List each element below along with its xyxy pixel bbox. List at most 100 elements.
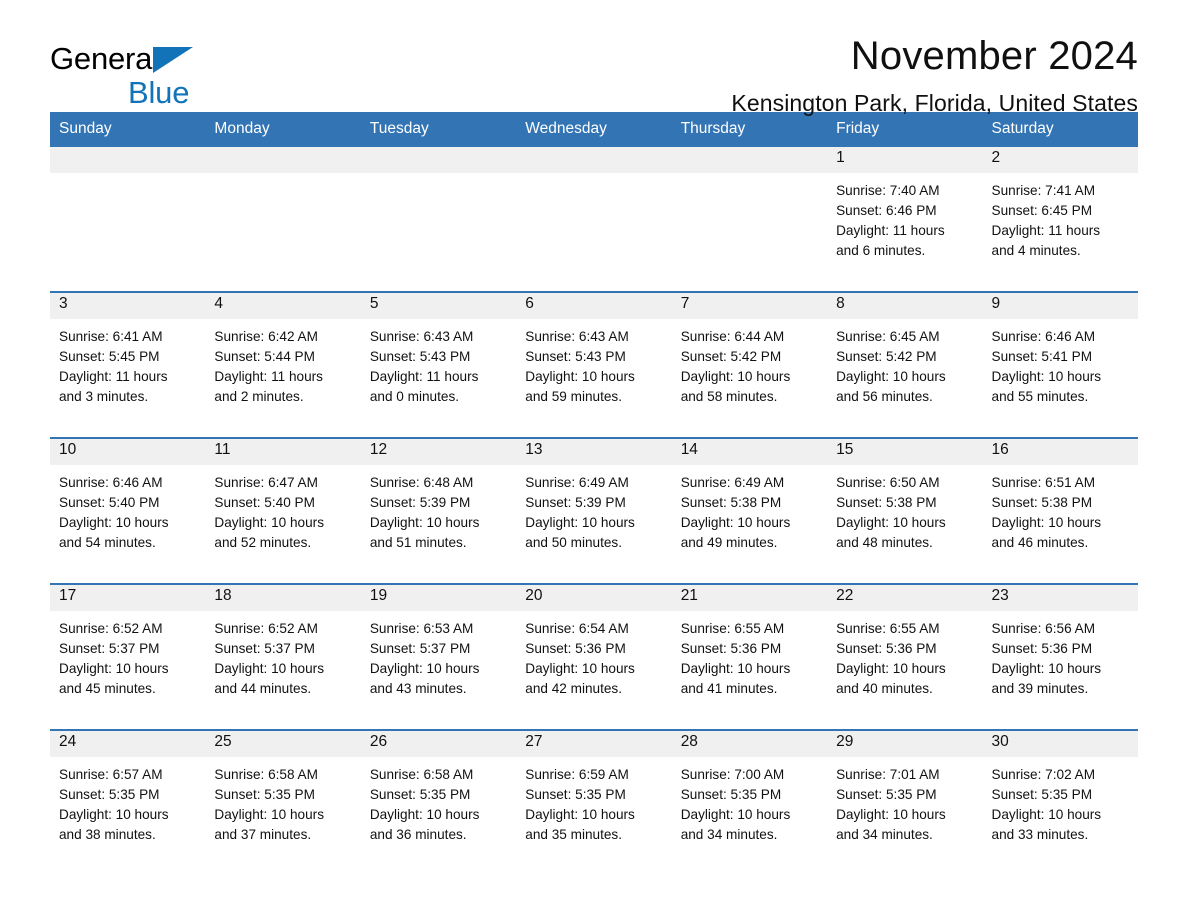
calendar-cell: 4 Sunrise: 6:42 AM Sunset: 5:44 PM Daylight… [205,291,361,429]
day-details: Sunrise: 6:58 AM Sunset: 5:35 PM Daylight:… [205,757,360,845]
day-details: Sunrise: 6:59 AM Sunset: 5:35 PM Daylight:… [516,757,671,845]
calendar-day-cell[interactable]: 24 Sunrise: 6:57 AM Sunset: 5:35 PM Dayligh… [50,731,206,867]
sunset-text: Sunset: 6:46 PM [836,203,937,218]
daylight-text-line1: Daylight: 11 hours [59,369,168,384]
calendar-cell: 29 Sunrise: 7:01 AM Sunset: 5:35 PM Dayligh… [827,729,983,867]
calendar-day-cell-empty [516,147,672,283]
daylight-text-line1: Daylight: 10 hours [525,807,635,822]
daylight-text-line1: Daylight: 10 hours [680,515,791,530]
daylight-text-line1: Daylight: 10 hours [836,661,946,676]
calendar-day-cell[interactable]: 4 Sunrise: 6:42 AM Sunset: 5:44 PM Daylight… [205,293,361,429]
day-details [516,173,671,181]
calendar-day-cell[interactable]: 9 Sunrise: 6:46 AM Sunset: 5:41 PM Daylight… [982,293,1138,429]
daylight-text-line1: Daylight: 10 hours [991,661,1102,676]
calendar-day-cell[interactable]: 17 Sunrise: 6:52 AM Sunset: 5:37 PM Dayligh… [50,585,206,721]
calendar-cell: 9 Sunrise: 6:46 AM Sunset: 5:41 PM Daylight… [982,291,1138,429]
day-details: Sunrise: 6:54 AM Sunset: 5:36 PM Daylight:… [516,611,671,699]
day-number: 24 [50,731,206,757]
day-number: 14 [671,439,828,465]
title-block: November 2024 Kensington Park, Florida, … [731,0,1138,117]
calendar-day-cell[interactable]: 11 Sunrise: 6:47 AM Sunset: 5:40 PM Dayligh… [205,439,361,575]
sunrise-text: Sunrise: 6:58 AM [369,767,474,782]
day-number: 11 [205,439,361,465]
sunset-text: Sunset: 5:37 PM [214,641,315,656]
day-details: Sunrise: 6:50 AM Sunset: 5:38 PM Daylight:… [827,465,982,553]
logo-triangle-icon [153,47,193,73]
day-details: Sunrise: 6:53 AM Sunset: 5:37 PM Daylight:… [361,611,516,699]
calendar-day-cell[interactable]: 22 Sunrise: 6:55 AM Sunset: 5:36 PM Dayligh… [827,585,983,721]
sunset-text: Sunset: 5:42 PM [836,349,937,364]
sunrise-text: Sunrise: 7:02 AM [991,767,1096,782]
day-details: Sunrise: 6:44 AM Sunset: 5:42 PM Daylight:… [672,319,827,407]
calendar-day-cell[interactable]: 3 Sunrise: 6:41 AM Sunset: 5:45 PM Daylight… [50,293,206,429]
calendar-day-cell[interactable]: 16 Sunrise: 6:51 AM Sunset: 5:38 PM Dayligh… [982,439,1138,575]
day-details: Sunrise: 6:55 AM Sunset: 5:36 PM Daylight:… [672,611,827,699]
calendar-cell: 16 Sunrise: 6:51 AM Sunset: 5:38 PM Dayligh… [982,437,1138,575]
calendar-week-row: 24 Sunrise: 6:57 AM Sunset: 5:35 PM Dayligh… [50,729,1138,867]
calendar-day-cell[interactable]: 23 Sunrise: 6:56 AM Sunset: 5:36 PM Dayligh… [982,585,1138,721]
daylight-text-line2: and 6 minutes. [836,243,926,258]
calendar-cell: 30 Sunrise: 7:02 AM Sunset: 5:35 PM Dayligh… [982,729,1138,867]
daylight-text-line2: and 33 minutes. [991,827,1089,842]
day-details [672,173,827,181]
sunset-text: Sunset: 5:35 PM [59,787,160,802]
day-number: 19 [360,585,517,611]
day-details: Sunrise: 6:42 AM Sunset: 5:44 PM Daylight:… [205,319,360,407]
calendar-day-cell[interactable]: 26 Sunrise: 6:58 AM Sunset: 5:35 PM Dayligh… [360,731,517,867]
day-number: 23 [982,585,1138,611]
calendar-day-cell[interactable]: 5 Sunrise: 6:43 AM Sunset: 5:43 PM Daylight… [360,293,517,429]
calendar-day-cell[interactable]: 8 Sunrise: 6:45 AM Sunset: 5:42 PM Daylight… [827,293,983,429]
calendar-day-cell[interactable]: 19 Sunrise: 6:53 AM Sunset: 5:37 PM Dayligh… [360,585,517,721]
calendar-day-cell[interactable]: 6 Sunrise: 6:43 AM Sunset: 5:43 PM Daylight… [516,293,672,429]
day-details: Sunrise: 6:43 AM Sunset: 5:43 PM Daylight:… [361,319,516,407]
daylight-text-line2: and 0 minutes. [369,389,460,404]
daylight-text-line2: and 4 minutes. [991,243,1081,258]
calendar-day-cell[interactable]: 18 Sunrise: 6:52 AM Sunset: 5:37 PM Dayligh… [205,585,361,721]
calendar-cell: 7 Sunrise: 6:44 AM Sunset: 5:42 PM Daylight… [671,291,828,429]
daylight-text-line2: and 41 minutes. [680,681,778,696]
calendar-day-cell[interactable]: 7 Sunrise: 6:44 AM Sunset: 5:42 PM Daylight… [671,293,828,429]
calendar-day-cell[interactable]: 29 Sunrise: 7:01 AM Sunset: 5:35 PM Dayligh… [827,731,983,867]
day-number: 10 [50,439,206,465]
daylight-text-line2: and 34 minutes. [680,827,778,842]
day-number [671,147,828,173]
day-details: Sunrise: 6:49 AM Sunset: 5:39 PM Daylight:… [516,465,671,553]
calendar-day-cell[interactable]: 20 Sunrise: 6:54 AM Sunset: 5:36 PM Dayligh… [516,585,672,721]
calendar-day-cell[interactable]: 30 Sunrise: 7:02 AM Sunset: 5:35 PM Dayligh… [982,731,1138,867]
calendar-day-cell[interactable]: 12 Sunrise: 6:48 AM Sunset: 5:39 PM Dayligh… [360,439,517,575]
sunset-text: Sunset: 5:36 PM [991,641,1093,656]
day-number: 13 [516,439,672,465]
daylight-text-line1: Daylight: 10 hours [525,369,635,384]
calendar-day-cell[interactable]: 21 Sunrise: 6:55 AM Sunset: 5:36 PM Dayligh… [671,585,828,721]
sunrise-text: Sunrise: 6:57 AM [59,767,163,782]
day-details: Sunrise: 6:57 AM Sunset: 5:35 PM Daylight:… [50,757,205,845]
sunset-text: Sunset: 5:36 PM [680,641,782,656]
sunset-text: Sunset: 5:35 PM [836,787,937,802]
calendar-header-row: Sunday Monday Tuesday Wednesday Thursday… [50,112,1138,147]
sunrise-text: Sunrise: 7:00 AM [680,767,785,782]
generalblue-logo[interactable]: General Blue [50,43,300,108]
calendar-day-cell[interactable]: 28 Sunrise: 7:00 AM Sunset: 5:35 PM Dayligh… [671,731,828,867]
calendar-day-cell[interactable]: 1 Sunrise: 7:40 AM Sunset: 6:46 PM Daylight… [827,147,983,283]
sunrise-sunset-calendar: Sunday Monday Tuesday Wednesday Thursday… [50,112,1138,867]
calendar-day-cell[interactable]: 13 Sunrise: 6:49 AM Sunset: 5:39 PM Dayligh… [516,439,672,575]
day-number: 1 [827,147,983,173]
calendar-cell: 21 Sunrise: 6:55 AM Sunset: 5:36 PM Dayligh… [671,583,828,721]
calendar-day-cell[interactable]: 15 Sunrise: 6:50 AM Sunset: 5:38 PM Dayligh… [827,439,983,575]
daylight-text-line1: Daylight: 11 hours [369,369,479,384]
calendar-cell: 18 Sunrise: 6:52 AM Sunset: 5:37 PM Dayligh… [205,583,361,721]
daylight-text-line1: Daylight: 10 hours [680,807,791,822]
calendar-cell: 14 Sunrise: 6:49 AM Sunset: 5:38 PM Dayligh… [671,437,828,575]
calendar-cell: 8 Sunrise: 6:45 AM Sunset: 5:42 PM Daylight… [827,291,983,429]
daylight-text-line1: Daylight: 10 hours [991,369,1102,384]
calendar-day-cell[interactable]: 2 Sunrise: 7:41 AM Sunset: 6:45 PM Daylight… [982,147,1138,283]
calendar-day-cell[interactable]: 27 Sunrise: 6:59 AM Sunset: 5:35 PM Dayligh… [516,731,672,867]
calendar-day-cell[interactable]: 10 Sunrise: 6:46 AM Sunset: 5:40 PM Dayligh… [50,439,206,575]
calendar-day-cell[interactable]: 25 Sunrise: 6:58 AM Sunset: 5:35 PM Dayligh… [205,731,361,867]
daylight-text-line2: and 50 minutes. [525,535,622,550]
calendar-cell: 6 Sunrise: 6:43 AM Sunset: 5:43 PM Daylight… [516,291,672,429]
daylight-text-line2: and 54 minutes. [59,535,156,550]
calendar-day-cell[interactable]: 14 Sunrise: 6:49 AM Sunset: 5:38 PM Dayligh… [671,439,828,575]
daylight-text-line1: Daylight: 10 hours [680,369,791,384]
calendar-week-row: 1 Sunrise: 7:40 AM Sunset: 6:46 PM Daylight… [50,147,1138,283]
